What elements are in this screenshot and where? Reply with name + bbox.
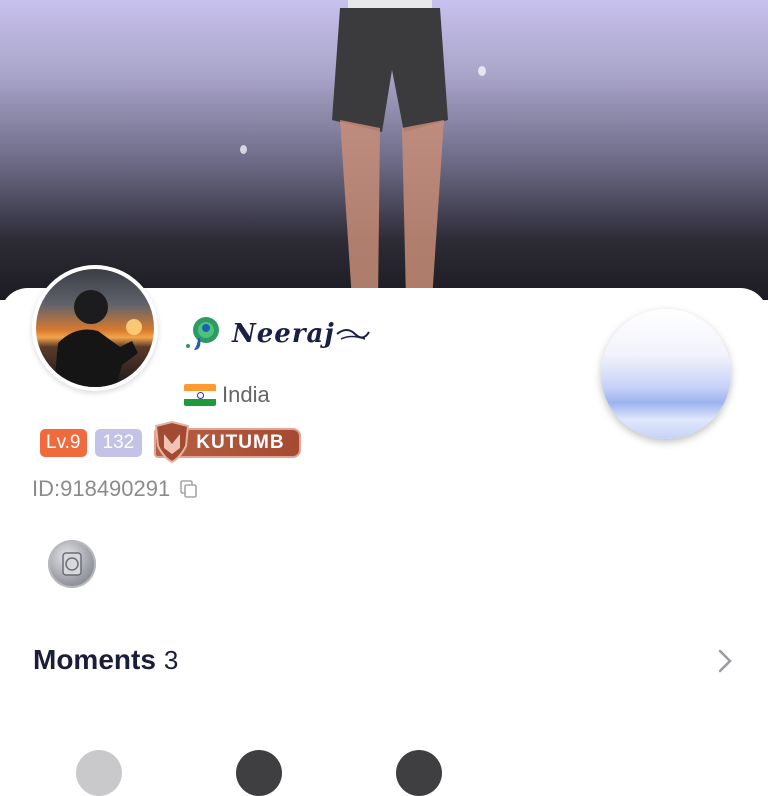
sparkle: [478, 66, 486, 76]
medal-badge-icon[interactable]: [48, 540, 96, 588]
moments-header[interactable]: Moments 3: [33, 644, 178, 676]
moment-thumbnail[interactable]: [76, 750, 122, 796]
profile-name: Neeraj: [232, 319, 335, 349]
family-badge[interactable]: KUTUMB: [154, 420, 301, 464]
badges-row: Lv.9 132 KUTUMB: [40, 420, 301, 464]
user-id: ID:918490291: [32, 476, 171, 501]
user-id-row: ID:918490291: [32, 476, 198, 502]
medal-emblem-icon: [62, 552, 82, 576]
country-row: India: [184, 380, 270, 410]
moment-thumbnail[interactable]: [236, 750, 282, 796]
person-silhouette-icon: [54, 290, 142, 387]
peacock-icon: [186, 317, 219, 350]
family-shield-icon: [155, 420, 190, 464]
country-label: India: [222, 382, 270, 407]
name-row: Neeraj: [184, 314, 371, 354]
name-flourish-icon: [336, 329, 370, 340]
copy-icon[interactable]: [180, 480, 198, 498]
moment-thumbnail[interactable]: [396, 750, 442, 796]
moments-title: Moments: [33, 644, 156, 675]
avatar-character: [332, 0, 448, 300]
level-number-badge[interactable]: 132: [94, 429, 143, 457]
profile-avatar[interactable]: [32, 265, 158, 391]
profile-photo: [36, 269, 154, 387]
decorative-bubble[interactable]: [601, 309, 731, 439]
india-flag-icon: [184, 384, 216, 406]
level-badge[interactable]: Lv.9: [40, 429, 87, 457]
chevron-right-icon[interactable]: [710, 646, 740, 676]
sparkle: [240, 145, 247, 154]
avatar-showcase: [0, 0, 768, 300]
moments-count: 3: [163, 645, 179, 675]
